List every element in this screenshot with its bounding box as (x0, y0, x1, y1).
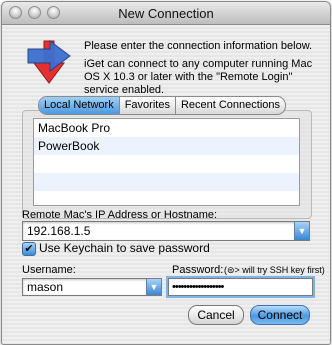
host-label: Remote Mac's IP Address or Hostname: (22, 209, 218, 221)
connect-button[interactable]: Connect (250, 305, 310, 325)
dialog-body: Please enter the connection information … (2, 25, 330, 344)
username-input[interactable]: mason (27, 280, 63, 294)
ssh-key-hint: (⊜> will try SSH key first) (224, 265, 325, 275)
username-combo-box[interactable]: mason ▼ (22, 278, 162, 296)
instructions-text: Please enter the connection information … (84, 40, 313, 52)
list-item[interactable]: PowerBook (34, 137, 299, 155)
password-field[interactable]: •••••••••••••••••• (168, 278, 313, 296)
username-label: Username: (22, 264, 76, 276)
new-connection-window: New Connection Please enter the connecti… (1, 1, 331, 345)
list-item[interactable]: MacBook Pro (34, 119, 299, 137)
tab-recent-connections[interactable]: Recent Connections (174, 97, 285, 114)
tab-local-network[interactable]: Local Network (39, 97, 119, 114)
host-dropdown-arrow-icon[interactable]: ▼ (294, 222, 309, 240)
keychain-label[interactable]: Use Keychain to save password (39, 241, 210, 255)
password-label: Password: (172, 264, 224, 276)
empty-list-row (34, 173, 299, 191)
empty-list-row (34, 155, 299, 173)
username-dropdown-arrow-icon[interactable]: ▼ (146, 279, 161, 295)
host-input[interactable]: 192.168.1.5 (27, 224, 90, 238)
keychain-checkbox[interactable]: ✔ (22, 242, 36, 256)
app-logo-icon (27, 40, 71, 84)
cancel-button[interactable]: Cancel (188, 305, 244, 325)
requirements-text: iGet can connect to any computer running… (84, 58, 313, 96)
source-tabs: Local Network Favorites Recent Connectio… (38, 96, 287, 115)
host-combo-box[interactable]: 192.168.1.5 ▼ (22, 221, 310, 241)
window-title: New Connection (118, 6, 214, 21)
tab-favorites[interactable]: Favorites (118, 97, 175, 114)
title-bar: New Connection (2, 2, 330, 25)
computer-list: MacBook Pro PowerBook (33, 118, 300, 206)
